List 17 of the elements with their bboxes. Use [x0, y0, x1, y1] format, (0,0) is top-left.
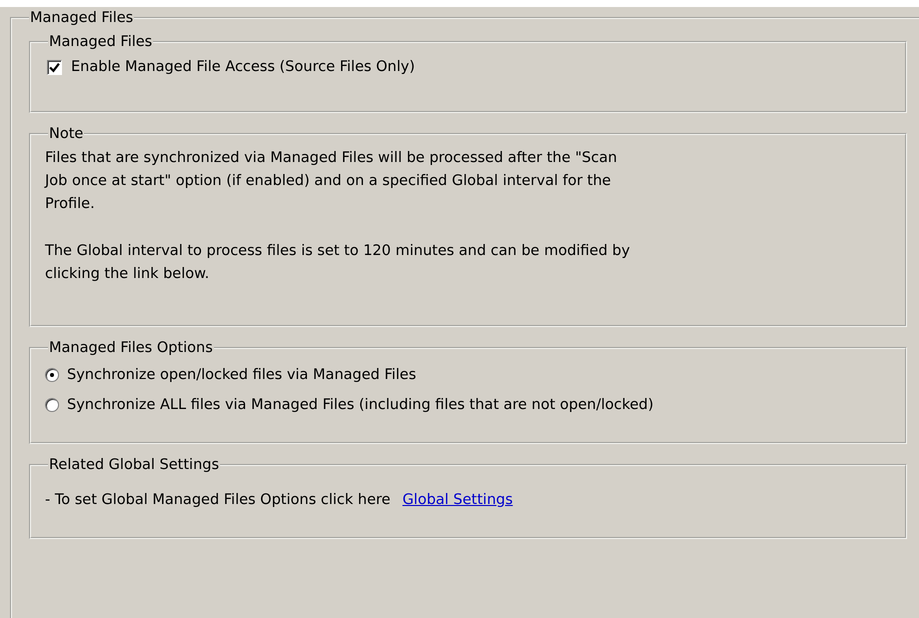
- radio-button[interactable]: [45, 368, 59, 382]
- radio-label: Synchronize open/locked files via Managed Files: [67, 367, 416, 383]
- note-text: The Global interval to process files is set to 120 minutes and can be modified by clicking the link below.: [45, 242, 631, 284]
- note-text: Files that are synchronized via Managed Files will be processed after the "Scan Job once at start" option (if enabled) and on a specified Global interval for the Profile.: [45, 149, 618, 214]
- group-title: Managed Files Options: [48, 339, 214, 357]
- group-title: Managed Files: [29, 9, 134, 27]
- radio-button[interactable]: [45, 398, 59, 412]
- checkbox-option[interactable]: Enable Managed File Access (Source Files Only): [45, 59, 905, 75]
- group-title: Managed Files: [48, 33, 154, 51]
- checkbox[interactable]: [47, 60, 62, 74]
- group-title: Note: [48, 125, 84, 143]
- check-icon: [49, 62, 60, 72]
- checkbox-label: Enable Managed File Access (Source Files Only): [71, 59, 415, 75]
- radio-label: Synchronize ALL files via Managed Files (including files that are not open/locked): [67, 397, 654, 413]
- settings-text: - To set Global Managed Files Options click here: [45, 492, 390, 508]
- global-settings-link[interactable]: Global Settings: [402, 492, 513, 508]
- group-title: Related Global Settings: [48, 456, 220, 474]
